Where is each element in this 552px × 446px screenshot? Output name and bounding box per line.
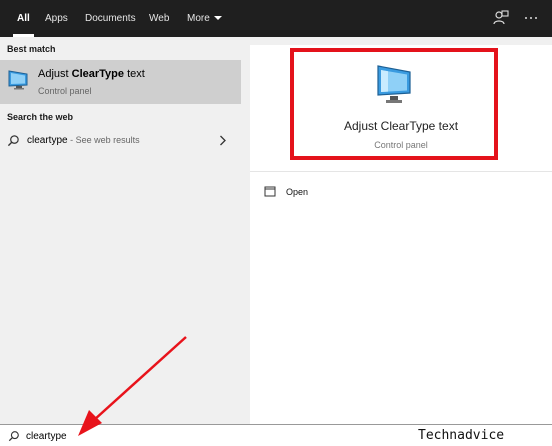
tab-apps[interactable]: Apps bbox=[45, 0, 68, 37]
open-window-icon bbox=[264, 186, 276, 197]
monitor-icon bbox=[377, 65, 411, 103]
best-match-title-suffix: text bbox=[124, 68, 145, 80]
tab-more[interactable]: More bbox=[187, 0, 222, 37]
best-match-title: Adjust ClearType text bbox=[38, 68, 145, 80]
preview-title: Adjust ClearType text bbox=[343, 119, 459, 133]
chevron-right-icon[interactable] bbox=[219, 135, 227, 146]
taskbar-search-box[interactable]: cleartype Technadvice bbox=[0, 424, 552, 446]
tab-all[interactable]: All bbox=[13, 0, 34, 37]
search-web-heading: Search the web bbox=[7, 112, 74, 122]
monitor-icon bbox=[8, 70, 28, 90]
search-icon bbox=[7, 135, 19, 147]
open-label: Open bbox=[286, 187, 309, 197]
results-pane: Best match Adjust ClearType text Control… bbox=[0, 37, 241, 424]
web-search-result[interactable]: cleartype - See web results bbox=[0, 129, 241, 153]
best-match-heading: Best match bbox=[7, 44, 56, 54]
divider bbox=[250, 171, 552, 172]
best-match-subtitle: Control panel bbox=[38, 86, 92, 96]
preview-subtitle: Control panel bbox=[374, 140, 428, 150]
search-scope-bar: All Apps Documents Web More bbox=[0, 0, 552, 37]
web-result-query: cleartype bbox=[27, 135, 68, 146]
best-match-title-prefix: Adjust bbox=[38, 68, 72, 80]
tab-web[interactable]: Web bbox=[149, 0, 169, 37]
web-result-text: cleartype - See web results bbox=[27, 135, 140, 146]
chevron-down-icon bbox=[213, 16, 222, 21]
tab-more-label: More bbox=[187, 13, 210, 24]
web-result-hint: - See web results bbox=[67, 135, 140, 145]
best-match-result[interactable]: Adjust ClearType text Control panel bbox=[0, 60, 241, 104]
search-input[interactable]: cleartype bbox=[26, 431, 67, 442]
feedback-icon[interactable] bbox=[492, 9, 510, 27]
ellipsis-icon[interactable] bbox=[522, 9, 540, 27]
best-match-title-bold: ClearType bbox=[71, 68, 125, 80]
tab-documents[interactable]: Documents bbox=[85, 0, 136, 37]
search-icon bbox=[8, 431, 19, 442]
preview-pane: Adjust ClearType text Control panel Open bbox=[250, 45, 552, 424]
watermark: Technadvice bbox=[418, 428, 505, 443]
